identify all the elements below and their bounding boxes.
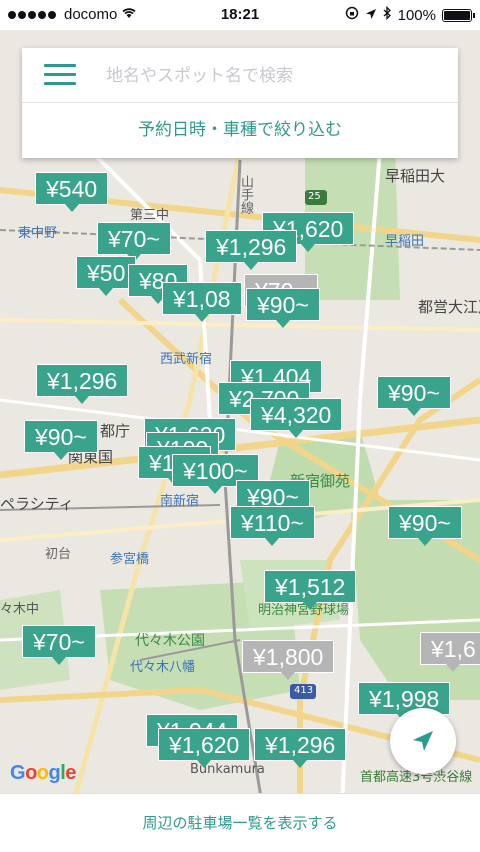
price-pin[interactable]: ¥1,6 [420,632,480,672]
battery-percent: 100% [397,6,436,24]
rotation-lock-icon [345,6,359,24]
map-label-kuninoki: 々木中 [0,602,40,617]
station-minami-shinjuku: 南新宿 [160,494,200,509]
price-pin[interactable]: ¥110~ [230,506,315,546]
station-waseda: 早稲田 [385,234,425,249]
google-logo: Google [10,762,76,784]
price-pin[interactable]: ¥90~ [377,376,451,416]
map-label-daisanchu: 第三中 [130,208,170,223]
bluetooth-icon [383,5,392,24]
search-input[interactable] [104,60,428,92]
price-pin[interactable]: ¥1,296 [36,364,129,404]
map-label-opera-city: ペラシティ [0,495,74,513]
location-arrow-icon [365,7,377,24]
battery-icon [442,8,475,22]
station-higashinakano: 東中野 [18,226,58,241]
menu-icon[interactable] [44,64,76,86]
current-location-button[interactable] [390,708,456,774]
search-card: 予約日時・車種で絞り込む [22,48,458,158]
status-right: 100% [345,5,475,24]
show-nearby-list-button[interactable]: 周辺の駐車場一覧を表示する [0,793,480,852]
price-pin[interactable]: ¥70~ [97,222,171,262]
price-pin[interactable]: ¥1,296 [254,728,347,768]
price-pin[interactable]: ¥90~ [24,420,98,460]
map-label-toei-oedo: 都営大江戸 [418,298,480,316]
price-pin[interactable]: ¥1,512 [264,570,357,610]
map-label-yamanote: 山手線 [238,175,253,214]
station-sangubashi: 参宮橋 [110,552,150,567]
map-label-tocho: 都庁 [100,422,131,440]
station-hatsudai: 初台 [45,547,72,562]
route-413-label: 413 [294,685,314,696]
price-pin[interactable]: ¥90~ [388,506,462,546]
price-pin[interactable]: ¥90~ [246,288,320,328]
station-yoyogi-hachiman: 代々木八幡 [130,660,196,675]
map-label-waseda-univ: 早稲田大 [385,167,446,185]
station-seibu-shinjuku: 西武新宿 [160,352,213,367]
price-pin[interactable]: ¥1,620 [158,728,251,768]
price-pin[interactable]: ¥4,320 [250,398,343,438]
search-row [22,48,458,103]
price-pin[interactable]: ¥1,08 [162,282,242,322]
price-pin[interactable]: ¥540 [35,172,109,212]
status-bar: docomo 18:21 100% [0,0,480,30]
price-pin[interactable]: ¥1,296 [205,230,298,270]
map-label-yoyogi-park: 代々木公園 [135,633,205,649]
filter-button[interactable]: 予約日時・車種で絞り込む [22,103,458,158]
price-pin[interactable]: ¥1,800 [242,640,335,680]
price-pin[interactable]: ¥70~ [22,625,96,665]
route-25-label: 25 [308,191,321,202]
navigation-arrow-icon [413,731,433,751]
